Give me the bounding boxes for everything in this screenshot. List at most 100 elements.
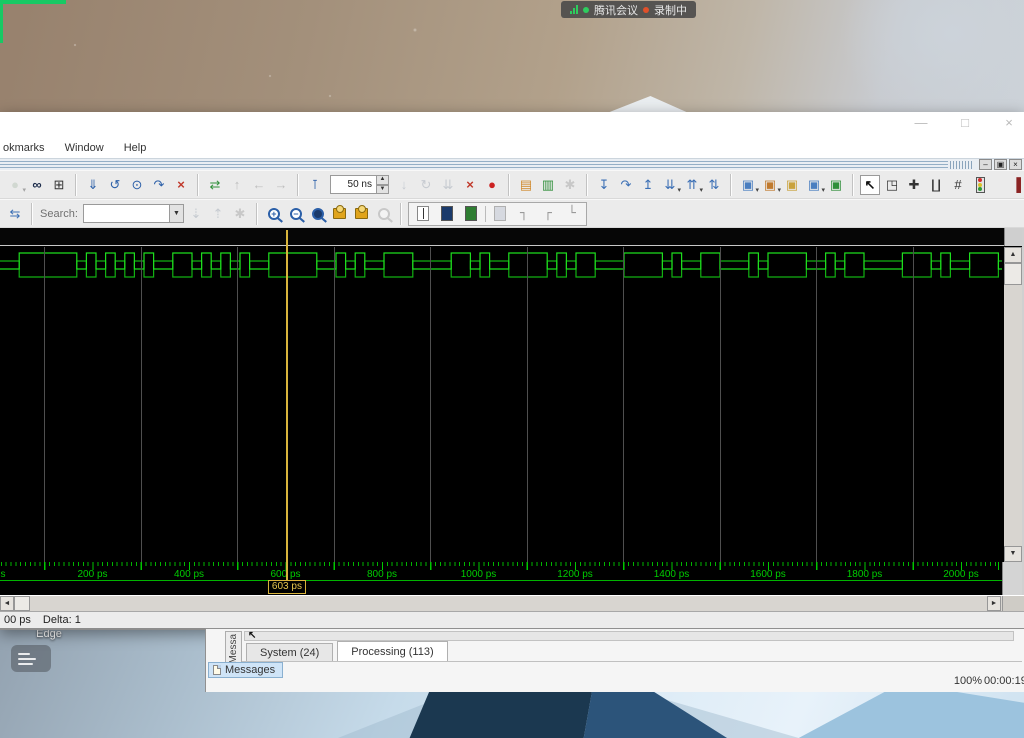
reload-format-icon[interactable]: ▣ [826, 175, 846, 195]
messages-docked-label: Messages [225, 664, 275, 676]
add-to-wave-icon[interactable]: ▣ [738, 175, 758, 195]
add-to-log-icon[interactable]: ▣ [782, 175, 802, 195]
ruler-right-filler [1002, 562, 1024, 595]
profile-view-icon[interactable]: ▥ [538, 175, 558, 195]
menu-bookmarks[interactable]: okmarks [1, 140, 47, 156]
crystal-shape [600, 96, 720, 112]
save-format-icon[interactable]: ▣ [804, 175, 824, 195]
time-ruler[interactable]: 0 ps200 ps400 ps600 ps800 ps1000 ps1200 … [0, 562, 1002, 595]
live-dot-icon [583, 7, 589, 13]
zoom-in-icon[interactable]: + [264, 204, 284, 224]
toolbar-separator [730, 174, 732, 196]
back-icon[interactable]: ← [249, 175, 269, 195]
vertical-scrollbar[interactable]: ▲ ▼ [1004, 247, 1022, 562]
find-icon[interactable]: ∞ [27, 175, 47, 195]
spin-down-button[interactable]: ▼ [376, 185, 389, 195]
zoom-range-icon[interactable] [374, 204, 394, 224]
minimize-button[interactable]: — [914, 115, 928, 130]
compare-icon[interactable]: ▌ [1011, 175, 1024, 195]
cursor-pair-icon[interactable]: ∐ [926, 175, 946, 195]
vertical-scroll-thumb[interactable] [1004, 263, 1022, 285]
insert-cursor-icon[interactable] [413, 204, 433, 224]
pulse-edge-icon[interactable]: └ [562, 204, 582, 224]
mdi-drag-stripes[interactable] [0, 161, 948, 169]
horizontal-scrollbar[interactable]: ◄ ► [0, 595, 1024, 611]
pattern-fill-icon[interactable] [490, 204, 510, 224]
maximize-button[interactable]: □ [958, 115, 972, 130]
time-cursor[interactable] [286, 230, 288, 580]
pane-close-button[interactable]: × [1009, 159, 1022, 170]
load-design-icon[interactable]: ⇓ [83, 175, 103, 195]
edit-mode-icon[interactable]: # [948, 175, 968, 195]
grid-line [816, 247, 817, 562]
zoom-out-icon[interactable]: − [286, 204, 306, 224]
messages-docked-tab[interactable]: Messages [208, 662, 283, 678]
up-context-icon[interactable]: ↑ [227, 175, 247, 195]
tab-system[interactable]: System (24) [246, 643, 333, 661]
select-time-icon[interactable] [437, 204, 457, 224]
step-icon[interactable]: ↷ [149, 175, 169, 195]
insert-edge-icon[interactable]: ⇅ [704, 175, 724, 195]
next-edge-icon[interactable]: ⇈ [682, 175, 702, 195]
add-to-list-icon[interactable]: ▣ [760, 175, 780, 195]
menu-help[interactable]: Help [122, 140, 149, 156]
memory-view-icon[interactable]: ▤ [516, 175, 536, 195]
search-next-icon[interactable]: ⇣ [186, 204, 206, 224]
pane-restore-button[interactable]: ▣ [994, 159, 1007, 170]
replay-icon[interactable]: ↷ [616, 175, 636, 195]
forward-icon[interactable]: → [271, 175, 291, 195]
run-length-spinbox[interactable]: 50 ns ▲ ▼ [330, 175, 389, 194]
scroll-right-button[interactable]: ► [987, 596, 1001, 611]
desktop-list-icon[interactable] [11, 645, 51, 672]
scroll-down-button[interactable]: ▼ [1004, 546, 1022, 562]
continue-run-icon[interactable]: ↻ [416, 175, 436, 195]
restart-icon[interactable]: ↺ [105, 175, 125, 195]
meeting-status-pill[interactable]: 腾讯会议 录制中 [561, 1, 696, 18]
rising-edge-icon[interactable]: ┌ [538, 204, 558, 224]
cursor-time-badge[interactable]: 603 ps [268, 580, 306, 594]
pan-mode-icon[interactable]: ✚ [904, 175, 924, 195]
waveform-canvas[interactable] [0, 247, 1002, 562]
prev-transition-icon[interactable]: ↧ [594, 175, 614, 195]
search-input[interactable] [83, 204, 169, 223]
dock-icon[interactable]: ⇆ [5, 204, 25, 224]
run-all-icon[interactable]: ⇊ [438, 175, 458, 195]
run-length-value[interactable]: 50 ns [330, 175, 376, 194]
prev-edge-icon[interactable]: ⇊ [660, 175, 680, 195]
zoom-between-cursors-icon[interactable] [352, 204, 372, 224]
show-hierarchy-icon[interactable]: ⊞ [49, 175, 69, 195]
mdi-grip[interactable] [950, 161, 974, 169]
falling-edge-icon[interactable]: ┐ [514, 204, 534, 224]
horizontal-scroll-thumb[interactable] [14, 596, 30, 611]
zoom-full-icon[interactable] [308, 204, 328, 224]
search-prev-icon[interactable]: ⇡ [208, 204, 228, 224]
environment-icon[interactable]: ⊙ [127, 175, 147, 195]
menu-window[interactable]: Window [63, 140, 106, 156]
zoom-mode-icon[interactable]: ◳ [882, 175, 902, 195]
pane-minimize-button[interactable]: – [979, 159, 992, 170]
spin-up-button[interactable]: ▲ [376, 175, 389, 185]
zoom-in-cursor-icon[interactable] [330, 204, 350, 224]
toolbar-separator [297, 174, 299, 196]
next-transition-icon[interactable]: ↥ [638, 175, 658, 195]
break-icon[interactable]: × [171, 175, 191, 195]
traffic-light-icon[interactable] [970, 175, 990, 195]
close-button[interactable]: × [1002, 115, 1016, 130]
hand-tool-icon[interactable]: ✱ [560, 175, 580, 195]
select-mode-icon[interactable]: ↖ [860, 175, 880, 195]
scroll-left-button[interactable]: ◄ [0, 596, 14, 611]
search-options-icon[interactable]: ✱ [230, 204, 250, 224]
edit-grid-icon[interactable] [461, 204, 481, 224]
tab-processing[interactable]: Processing (113) [337, 641, 447, 661]
grid-line [44, 247, 45, 562]
swap-restore-icon[interactable]: ⇄ [205, 175, 225, 195]
search-dropdown-button[interactable]: ▼ [169, 204, 184, 223]
scrollbar-corner [1002, 596, 1024, 611]
run-length-icon[interactable]: ⊺ [305, 175, 325, 195]
scroll-up-button[interactable]: ▲ [1004, 247, 1022, 263]
run-icon[interactable]: ↓ [394, 175, 414, 195]
kill-sim-icon[interactable]: × [460, 175, 480, 195]
stop-icon[interactable]: ● [482, 175, 502, 195]
jump-dropdown-icon[interactable]: ● [5, 175, 25, 195]
ruler-label: 1200 ps [557, 569, 593, 580]
